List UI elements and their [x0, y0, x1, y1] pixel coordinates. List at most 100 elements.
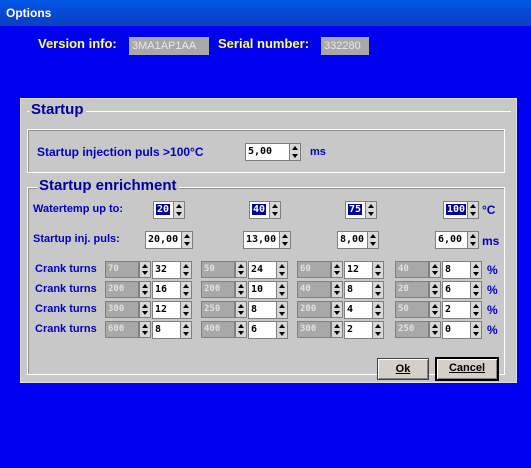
- startup-injection-value[interactable]: 5,00: [245, 143, 289, 161]
- spin-icon[interactable]: [139, 261, 151, 278]
- crank-turns-threshold-spinner[interactable]: [331, 281, 343, 299]
- spin-icon[interactable]: [180, 261, 192, 279]
- spin-icon[interactable]: [331, 301, 343, 318]
- spin-icon[interactable]: [139, 321, 151, 338]
- crank-turns-threshold-spinner[interactable]: [235, 301, 247, 319]
- watertemp-spinner-4-value[interactable]: 100: [443, 201, 467, 219]
- spin-icon[interactable]: [173, 201, 185, 219]
- spin-icon[interactable]: [180, 281, 192, 299]
- watertemp-spinner-1-value[interactable]: 20: [153, 201, 173, 219]
- spin-icon[interactable]: [429, 281, 441, 298]
- crank-turns-threshold-spinner[interactable]: [331, 321, 343, 339]
- spin-icon[interactable]: [279, 231, 291, 249]
- spin-icon[interactable]: [372, 261, 384, 279]
- crank-percent-spinner-value[interactable]: 2: [442, 301, 470, 319]
- spin-icon[interactable]: [276, 281, 288, 299]
- watertemp-spinner-4[interactable]: 100: [443, 201, 479, 219]
- spin-icon[interactable]: [180, 321, 192, 339]
- spin-icon[interactable]: [467, 201, 479, 219]
- startup-inj-spinner-1[interactable]: 20,00: [145, 231, 193, 249]
- crank-turns-threshold-spinner[interactable]: [429, 261, 441, 279]
- crank-turns-threshold-spinner[interactable]: [429, 281, 441, 299]
- crank-percent-spinner-value[interactable]: 8: [152, 321, 180, 339]
- crank-turns-threshold-spinner[interactable]: [429, 321, 441, 339]
- startup-inj-spinner-2-value[interactable]: 13,00: [243, 231, 279, 249]
- crank-percent-spinner[interactable]: 6: [442, 281, 482, 299]
- crank-percent-spinner-value[interactable]: 16: [152, 281, 180, 299]
- spin-icon[interactable]: [139, 301, 151, 318]
- spin-icon[interactable]: [235, 321, 247, 338]
- crank-percent-spinner[interactable]: 2: [442, 301, 482, 319]
- spin-icon[interactable]: [235, 281, 247, 298]
- spin-icon[interactable]: [372, 281, 384, 299]
- spin-icon[interactable]: [276, 261, 288, 279]
- watertemp-spinner-2-value[interactable]: 40: [249, 201, 269, 219]
- crank-turns-threshold-spinner[interactable]: [139, 301, 151, 319]
- startup-inj-spinner-4-value[interactable]: 6,00: [435, 231, 467, 249]
- spin-icon[interactable]: [269, 201, 281, 219]
- startup-inj-spinner-4[interactable]: 6,00: [435, 231, 479, 249]
- crank-percent-spinner-value[interactable]: 6: [248, 321, 276, 339]
- ok-button[interactable]: Ok: [377, 358, 429, 380]
- crank-turns-threshold-spinner[interactable]: [235, 261, 247, 279]
- crank-percent-spinner-value[interactable]: 8: [442, 261, 470, 279]
- watertemp-spinner-1[interactable]: 20: [153, 201, 185, 219]
- spin-icon[interactable]: [276, 301, 288, 319]
- cancel-button[interactable]: Cancel: [435, 357, 499, 381]
- spin-icon[interactable]: [139, 281, 151, 298]
- spin-icon[interactable]: [331, 321, 343, 338]
- spin-icon[interactable]: [470, 261, 482, 279]
- spin-icon[interactable]: [365, 201, 377, 219]
- crank-percent-spinner[interactable]: 32: [152, 261, 192, 279]
- crank-turns-threshold-spinner[interactable]: [235, 281, 247, 299]
- startup-inj-spinner-2[interactable]: 13,00: [243, 231, 291, 249]
- crank-percent-spinner[interactable]: 8: [344, 281, 384, 299]
- spin-icon[interactable]: [467, 231, 479, 249]
- title-bar[interactable]: Options: [0, 0, 531, 26]
- crank-percent-spinner-value[interactable]: 8: [344, 281, 372, 299]
- spin-icon[interactable]: [429, 301, 441, 318]
- spin-icon[interactable]: [470, 301, 482, 319]
- crank-turns-threshold-spinner[interactable]: [139, 321, 151, 339]
- startup-inj-spinner-1-value[interactable]: 20,00: [145, 231, 181, 249]
- crank-percent-spinner-value[interactable]: 24: [248, 261, 276, 279]
- crank-percent-spinner[interactable]: 16: [152, 281, 192, 299]
- spin-icon[interactable]: [429, 321, 441, 338]
- spin-icon[interactable]: [372, 321, 384, 339]
- crank-percent-spinner-value[interactable]: 32: [152, 261, 180, 279]
- spin-icon[interactable]: [429, 261, 441, 278]
- crank-percent-spinner[interactable]: 24: [248, 261, 288, 279]
- startup-injection-spinner[interactable]: 5,00: [245, 143, 301, 161]
- crank-percent-spinner[interactable]: 0: [442, 321, 482, 339]
- crank-percent-spinner-value[interactable]: 10: [248, 281, 276, 299]
- crank-turns-threshold-spinner[interactable]: [429, 301, 441, 319]
- crank-percent-spinner[interactable]: 4: [344, 301, 384, 319]
- spin-icon[interactable]: [331, 261, 343, 278]
- crank-turns-threshold-spinner[interactable]: [139, 261, 151, 279]
- crank-percent-spinner[interactable]: 6: [248, 321, 288, 339]
- crank-turns-threshold-spinner[interactable]: [331, 301, 343, 319]
- spin-icon[interactable]: [470, 281, 482, 299]
- crank-percent-spinner-value[interactable]: 2: [344, 321, 372, 339]
- startup-inj-spinner-3-value[interactable]: 8,00: [337, 231, 367, 249]
- crank-percent-spinner[interactable]: 8: [248, 301, 288, 319]
- watertemp-spinner-2[interactable]: 40: [249, 201, 281, 219]
- crank-percent-spinner-value[interactable]: 8: [248, 301, 276, 319]
- crank-percent-spinner-value[interactable]: 6: [442, 281, 470, 299]
- spin-icon[interactable]: [372, 301, 384, 319]
- crank-percent-spinner-value[interactable]: 12: [344, 261, 372, 279]
- crank-turns-threshold-spinner[interactable]: [139, 281, 151, 299]
- watertemp-spinner-3-value[interactable]: 75: [345, 201, 365, 219]
- crank-percent-spinner[interactable]: 8: [442, 261, 482, 279]
- spin-icon[interactable]: [235, 261, 247, 278]
- spin-icon[interactable]: [470, 321, 482, 339]
- spin-icon[interactable]: [235, 301, 247, 318]
- spin-icon[interactable]: [276, 321, 288, 339]
- startup-inj-spinner-3[interactable]: 8,00: [337, 231, 379, 249]
- watertemp-spinner-3[interactable]: 75: [345, 201, 377, 219]
- crank-percent-spinner[interactable]: 2: [344, 321, 384, 339]
- crank-percent-spinner[interactable]: 12: [344, 261, 384, 279]
- spin-icon[interactable]: [331, 281, 343, 298]
- spin-icon[interactable]: [180, 301, 192, 319]
- spin-icon[interactable]: [367, 231, 379, 249]
